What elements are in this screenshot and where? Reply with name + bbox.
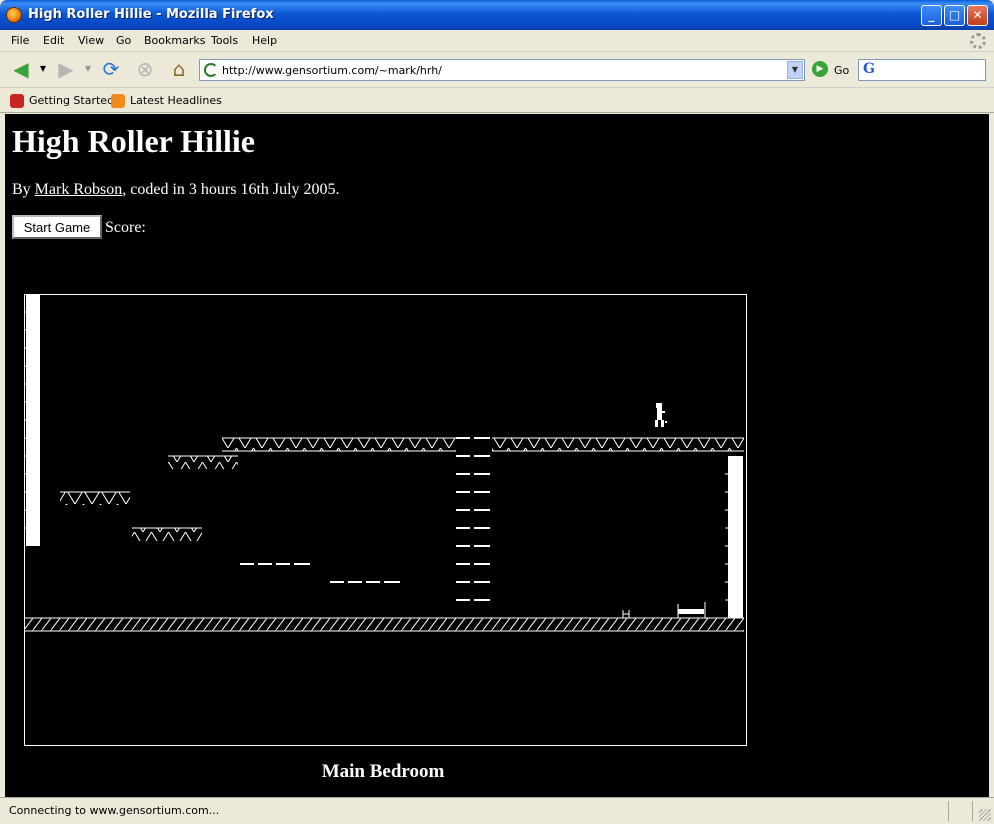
go-button-label[interactable]: Go xyxy=(834,64,849,77)
maximize-button[interactable]: □ xyxy=(944,5,965,26)
back-history-chevron-icon[interactable]: ▼ xyxy=(36,57,50,83)
floor xyxy=(24,617,744,632)
page-title: High Roller Hillie xyxy=(12,123,255,159)
floating-platform xyxy=(60,491,130,505)
right-wall xyxy=(725,456,743,618)
page-content: High Roller Hillie By Mark Robson, coded… xyxy=(5,114,989,797)
google-search-icon[interactable]: G xyxy=(863,61,875,77)
menu-tools[interactable]: Tools xyxy=(211,34,238,47)
byline-prefix: By xyxy=(12,181,35,198)
window-title: High Roller Hillie - Mozilla Firefox xyxy=(28,7,274,22)
navigation-toolbar: ◀ ▼ ▶ ▼ ⟳ ⊗ ⌂ ▼ ▶ Go G xyxy=(0,52,994,88)
forward-arrow-icon[interactable]: ▶ xyxy=(53,57,79,83)
status-divider xyxy=(948,801,949,821)
chair-object xyxy=(622,610,630,618)
game-canvas[interactable] xyxy=(24,294,748,748)
player-character xyxy=(655,403,667,427)
status-divider xyxy=(972,801,973,821)
menu-go[interactable]: Go xyxy=(116,34,131,47)
floating-platform xyxy=(168,455,238,469)
reload-icon[interactable]: ⟳ xyxy=(98,57,124,83)
bookmark-latest-headlines[interactable]: Latest Headlines xyxy=(111,94,222,108)
bookmark-getting-started[interactable]: Getting Started xyxy=(10,94,114,108)
room-border xyxy=(24,294,747,746)
room-name: Main Bedroom xyxy=(321,761,445,782)
menu-edit[interactable]: Edit xyxy=(43,34,64,47)
minimize-button[interactable]: _ xyxy=(921,5,942,26)
bookmark-label: Getting Started xyxy=(29,94,115,107)
byline-suffix: , coded in 3 hours 16th July 2005. xyxy=(122,181,340,198)
close-button[interactable]: ✕ xyxy=(967,5,988,26)
firefox-red-icon xyxy=(10,94,24,108)
byline: By Mark Robson, coded in 3 hours 16th Ju… xyxy=(12,181,340,199)
bookmarks-toolbar: Getting Started Latest Headlines xyxy=(0,88,994,113)
bookmark-label: Latest Headlines xyxy=(130,94,222,107)
author-link[interactable]: Mark Robson xyxy=(35,181,123,198)
back-arrow-icon[interactable]: ◀ xyxy=(8,57,34,83)
bed-object xyxy=(677,602,706,618)
search-box[interactable]: G xyxy=(858,59,986,81)
window-titlebar: High Roller Hillie - Mozilla Firefox _ □… xyxy=(0,0,994,30)
site-favicon-icon xyxy=(204,63,218,77)
address-bar[interactable]: ▼ xyxy=(199,59,805,81)
floating-platform xyxy=(132,527,202,541)
stop-icon[interactable]: ⊗ xyxy=(132,57,158,83)
menu-bar: File Edit View Go Bookmarks Tools Help xyxy=(0,30,994,52)
score-label: Score: xyxy=(105,219,146,236)
go-arrow-icon[interactable]: ▶ xyxy=(812,61,828,77)
rope-ladder xyxy=(456,437,490,601)
start-game-button[interactable]: Start Game xyxy=(12,215,102,239)
url-dropdown-chevron-icon[interactable]: ▼ xyxy=(787,61,803,79)
menu-bookmarks[interactable]: Bookmarks xyxy=(144,34,205,47)
firefox-icon xyxy=(6,7,22,23)
forward-history-chevron-icon[interactable]: ▼ xyxy=(81,57,95,83)
status-bar: Connecting to www.gensortium.com... xyxy=(0,797,994,824)
resize-grip-icon[interactable] xyxy=(979,809,991,821)
throbber-icon xyxy=(970,33,986,49)
left-wall xyxy=(24,294,40,546)
menu-view[interactable]: View xyxy=(78,34,104,47)
upper-platform xyxy=(222,437,744,452)
home-icon[interactable]: ⌂ xyxy=(166,57,192,83)
menu-help[interactable]: Help xyxy=(252,34,277,47)
rss-feed-icon xyxy=(111,94,125,108)
url-input[interactable] xyxy=(222,62,782,78)
menu-file[interactable]: File xyxy=(11,34,29,47)
status-text: Connecting to www.gensortium.com... xyxy=(9,804,220,817)
